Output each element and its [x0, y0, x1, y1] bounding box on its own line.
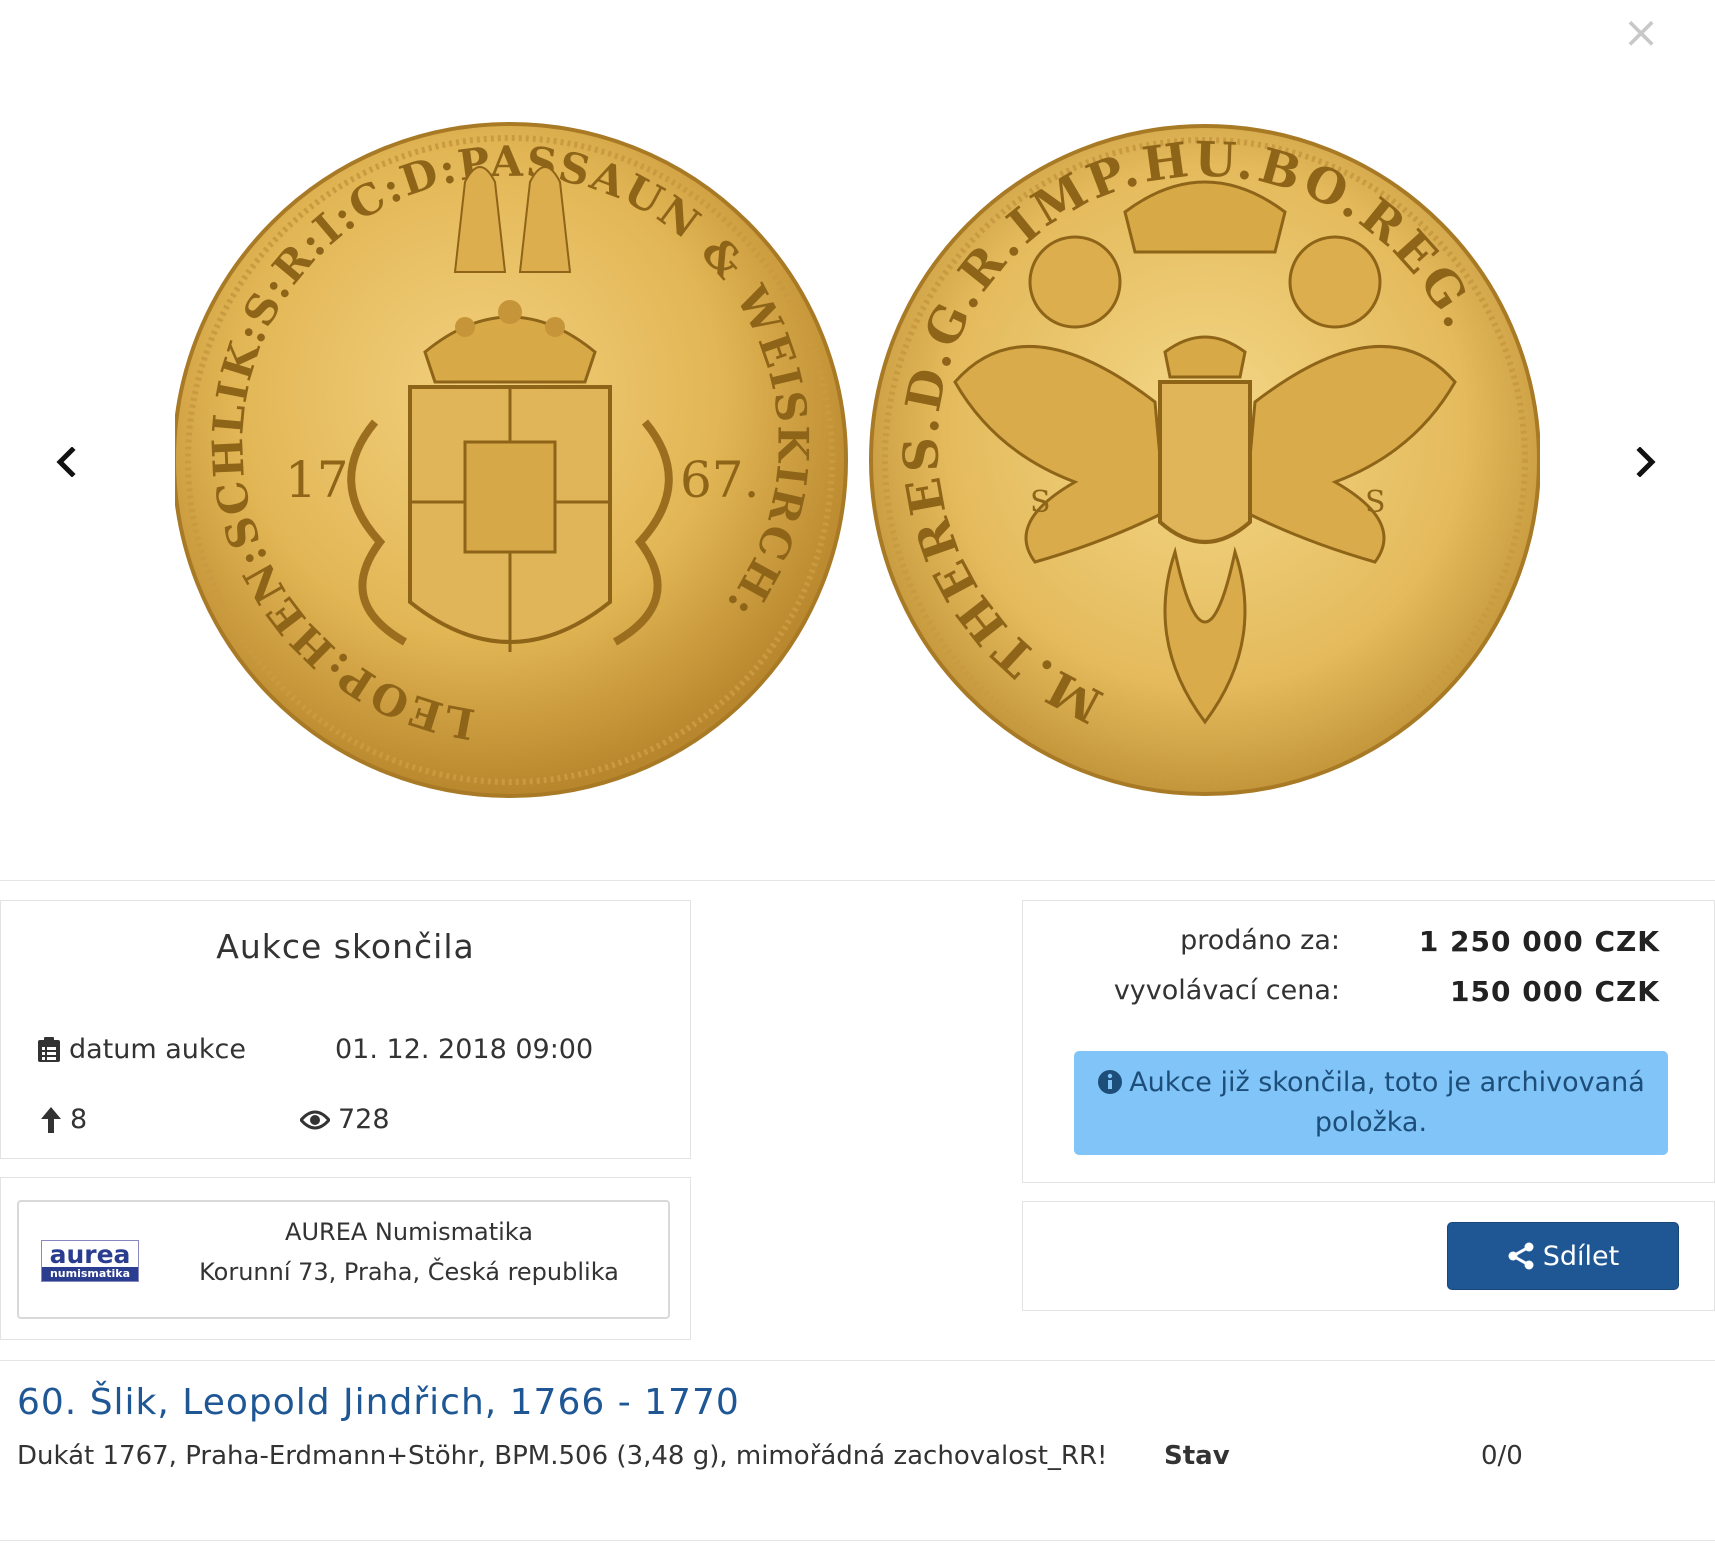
info-circle-icon [1098, 1070, 1123, 1094]
auction-status-title: Aukce skončila [216, 927, 475, 966]
arrow-up-icon [41, 1106, 61, 1133]
obverse-year-left: 17 [285, 451, 349, 509]
coin-obverse: LEOP:HEN:SCHLIK:S:R:I:C:D:PASSAUN & WEIS… [175, 122, 848, 798]
seller-logo: aurea numismatika [41, 1240, 139, 1282]
bids-count-text: 8 [70, 1104, 88, 1135]
lot-divider [0, 1360, 1715, 1361]
share-icon [1508, 1242, 1534, 1270]
coin-reverse: M.THERES.D.G.R.IMP.HU.BO.REG. S S [869, 124, 1540, 796]
eye-icon [300, 1110, 330, 1129]
seller-name: AUREA Numismatika [285, 1218, 533, 1246]
auction-date-label: datum aukce [69, 1034, 247, 1065]
lot-description: Dukát 1767, Praha-Erdmann+Stöhr, BPM.506… [17, 1441, 1108, 1471]
obverse-year-right: 67. [680, 451, 760, 509]
seller-logo-subtext: numismatika [42, 1267, 138, 1281]
chevron-right-icon [1636, 447, 1656, 477]
gallery-next-button[interactable] [1628, 440, 1664, 484]
views-count: 728 [300, 1104, 390, 1135]
svg-text:S: S [1365, 485, 1386, 520]
sold-price-value: 1 250 000 CZK [1418, 925, 1660, 958]
lot-state-value: 0/0 [1481, 1441, 1523, 1471]
auction-date-label-row: datum aukce [37, 1034, 246, 1065]
views-count-text: 728 [338, 1104, 390, 1135]
auction-date-value: 01. 12. 2018 09:00 [335, 1034, 593, 1065]
share-button-label: Sdílet [1542, 1240, 1620, 1272]
coin-photo[interactable]: LEOP:HEN:SCHLIK:S:R:I:C:D:PASSAUN & WEIS… [175, 122, 1540, 798]
svg-text:S: S [1030, 485, 1051, 520]
bids-count: 8 [40, 1104, 87, 1135]
price-panel: prodáno za: 1 250 000 CZK vyvolávací cen… [1022, 900, 1715, 1183]
sold-price-label: prodáno za: [1180, 925, 1340, 956]
auction-date-text: 01. 12. 2018 09:00 [335, 1034, 594, 1065]
lot-title-link[interactable]: 60. Šlik, Leopold Jindřich, 1766 - 1770 [17, 1382, 740, 1423]
lot-state-label: Stav [1164, 1441, 1230, 1471]
clipboard-icon [38, 1036, 60, 1062]
lot-detail-modal: × LEOP:HEN:SCHLIK:S:R:I:C:D:PASSAUN & WE… [0, 0, 1715, 1545]
bottom-divider [0, 1540, 1715, 1541]
share-button[interactable]: Sdílet [1447, 1222, 1679, 1290]
gallery-prev-button[interactable] [48, 440, 84, 484]
image-gallery: LEOP:HEN:SCHLIK:S:R:I:C:D:PASSAUN & WEIS… [0, 0, 1715, 880]
chevron-left-icon [56, 447, 76, 477]
seller-logo-text: aurea [49, 1240, 131, 1269]
gallery-divider [0, 880, 1715, 881]
share-panel: Sdílet [1022, 1201, 1715, 1311]
archived-alert-text: Aukce již skončila, toto je archivovaná … [1129, 1067, 1645, 1138]
start-price-value: 150 000 CZK [1450, 975, 1660, 1008]
start-price-label: vyvolávací cena: [1113, 975, 1340, 1006]
seller-card[interactable]: aurea numismatika AUREA Numismatika Koru… [17, 1200, 670, 1319]
archived-alert: Aukce již skončila, toto je archivovaná … [1074, 1051, 1668, 1155]
seller-address: Korunní 73, Praha, Česká republika [199, 1258, 619, 1286]
